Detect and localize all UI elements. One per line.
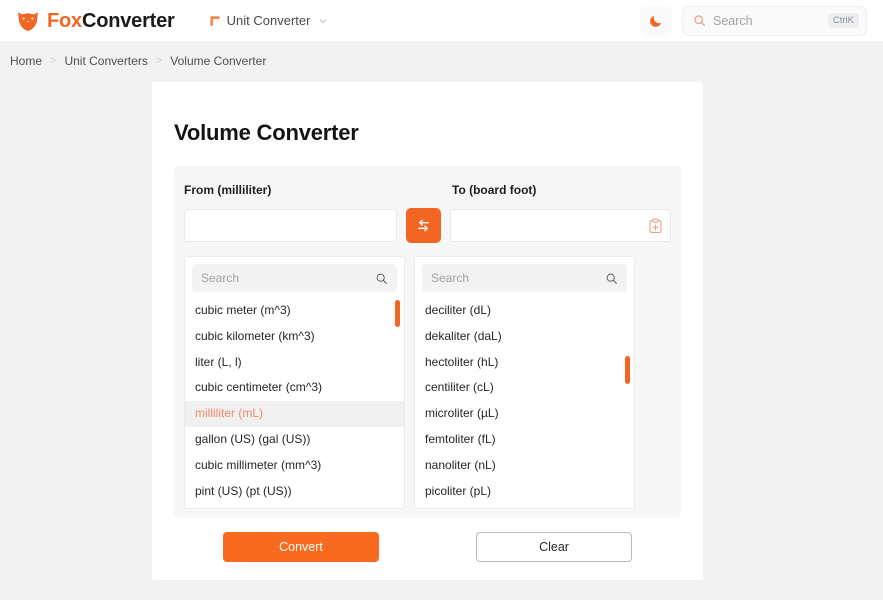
list-item[interactable]: centiliter (cL) [415,375,634,401]
clear-button[interactable]: Clear [476,532,632,562]
breadcrumb-item-unit-converters[interactable]: Unit Converters [64,54,147,68]
search-shortcut-badge: CtrlK [827,12,859,29]
swap-arrows-icon [418,219,429,232]
to-unit-search-placeholder: Search [431,271,470,285]
to-input-wrapper [450,209,671,242]
list-item[interactable]: picoliter (pL) [415,479,634,505]
swap-units-button[interactable] [406,208,441,243]
global-search-box[interactable]: Search CtrlK [682,5,867,36]
breadcrumb-separator: > [155,55,163,67]
brand-fox-text: Fox [47,9,82,32]
to-unit-list[interactable]: deciliter (dL) dekaliter (daL) hectolite… [415,298,634,504]
from-unit-search-placeholder: Search [201,271,240,285]
list-item[interactable]: gallon (US) (gal (US)) [185,427,404,453]
list-item-selected[interactable]: milliliter (mL) [185,401,404,427]
to-list-scrollbar-thumb[interactable] [625,356,630,384]
breadcrumb-separator: > [50,55,57,67]
search-icon [376,273,387,284]
breadcrumb-item-volume-converter[interactable]: Volume Converter [170,54,266,68]
list-item[interactable]: cubic millimeter (mm^3) [185,453,404,479]
unit-lists-row: Search cubic meter (m^3) cubic kilometer… [174,243,681,509]
from-unit-list-panel: Search cubic meter (m^3) cubic kilometer… [184,256,405,509]
chevron-down-icon [320,18,327,23]
clipboard-plus-icon[interactable] [647,217,664,234]
from-list-scrollbar-thumb[interactable] [395,300,400,327]
brand-converter-text: Converter [81,9,175,32]
top-bar: FoxConverter Unit Converter Search CtrlK [0,0,883,41]
list-item[interactable]: pint (US) (pt (US)) [185,479,404,505]
brand-logo[interactable]: FoxConverter [16,9,175,33]
list-item[interactable]: liter (L, l) [185,350,404,376]
fox-logo-icon [18,11,38,31]
converter-card: Volume Converter From (milliliter) To (b… [152,82,703,580]
global-search-placeholder: Search [713,13,753,28]
field-labels-row: From (milliliter) To (board foot) [174,166,681,197]
search-icon [606,273,617,284]
to-unit-search-box[interactable]: Search [422,264,627,292]
list-item[interactable]: dekaliter (daL) [415,324,634,350]
moon-icon [649,15,661,27]
from-unit-list[interactable]: cubic meter (m^3) cubic kilometer (km^3)… [185,298,404,504]
page-title: Volume Converter [174,120,359,145]
nav-unit-converter-label: Unit Converter [226,13,311,28]
action-buttons-row: Convert Clear [152,532,703,562]
list-item[interactable]: microliter (µL) [415,401,634,427]
to-field-label: To (board foot) [452,183,537,197]
from-value-input[interactable] [184,209,397,242]
search-icon [694,15,705,26]
convert-button[interactable]: Convert [223,532,379,562]
value-inputs-row [174,197,681,243]
to-value-input[interactable] [450,209,671,242]
nav-unit-converter[interactable]: Unit Converter [209,13,329,28]
converter-panel: From (milliliter) To (board foot) Search… [174,166,681,518]
to-unit-list-panel: Search deciliter (dL) dekaliter (daL) he… [414,256,635,509]
list-item[interactable]: cubic centimeter (cm^3) [185,375,404,401]
list-item[interactable]: hectoliter (hL) [415,350,634,376]
brand-wordmark: FoxConverter [47,11,175,31]
breadcrumb-item-home[interactable]: Home [10,54,42,68]
list-item[interactable]: nanoliter (nL) [415,453,634,479]
breadcrumb: Home > Unit Converters > Volume Converte… [0,41,883,68]
list-item[interactable]: cubic meter (m^3) [185,298,404,324]
list-item[interactable]: femtoliter (fL) [415,427,634,453]
list-item[interactable]: cubic kilometer (km^3) [185,324,404,350]
from-unit-search-box[interactable]: Search [192,264,397,292]
from-field-label: From (milliliter) [184,183,272,197]
top-bar-right: Search CtrlK [640,5,867,36]
flag-corner-icon [210,15,220,26]
dark-mode-toggle[interactable] [640,5,672,36]
list-item[interactable]: deciliter (dL) [415,298,634,324]
